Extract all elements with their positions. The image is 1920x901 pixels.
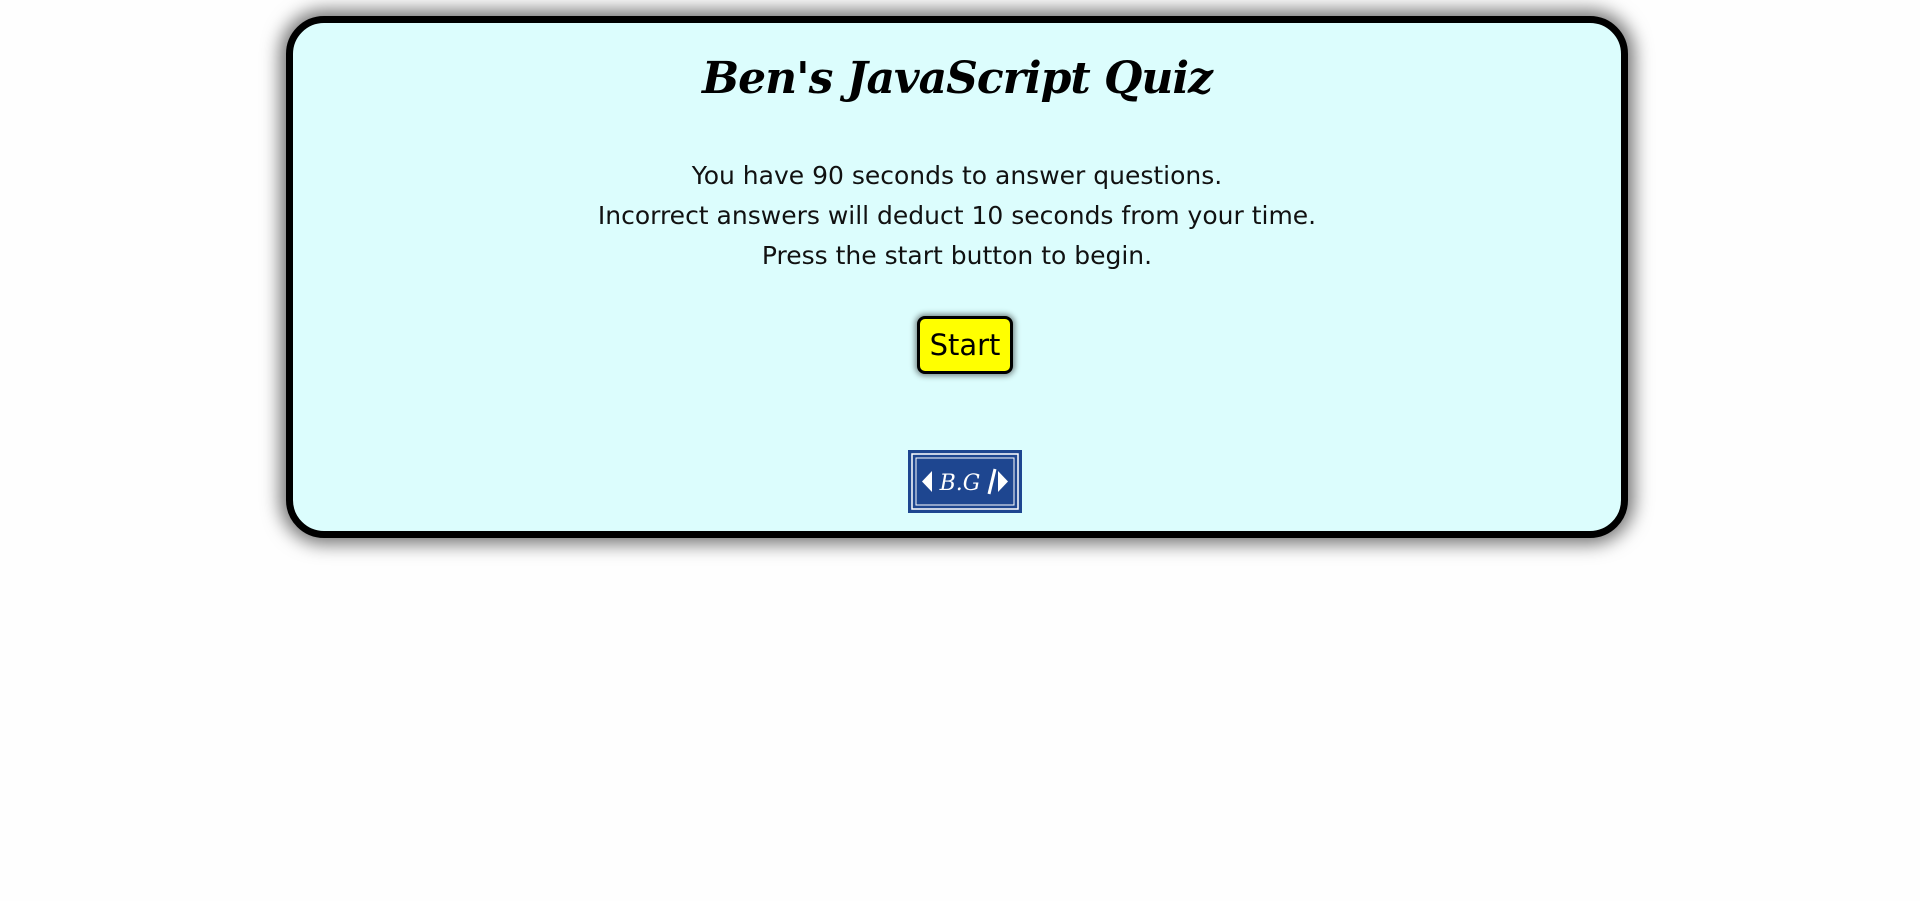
instruction-line-time: You have 90 seconds to answer questions. [691,161,1223,190]
instruction-line-penalty: Incorrect answers will deduct 10 seconds… [597,201,1317,230]
start-button[interactable]: Start [917,316,1013,374]
bg-logo-icon[interactable]: B.G [908,450,1022,513]
instruction-line-start: Press the start button to begin. [761,241,1153,270]
logo-text: B.G [939,471,981,496]
page-title: Ben's JavaScript Quiz [701,53,1213,104]
instructions: You have 90 seconds to answer questions.… [293,156,1621,276]
quiz-card: Ben's JavaScript Quiz You have 90 second… [286,16,1628,538]
